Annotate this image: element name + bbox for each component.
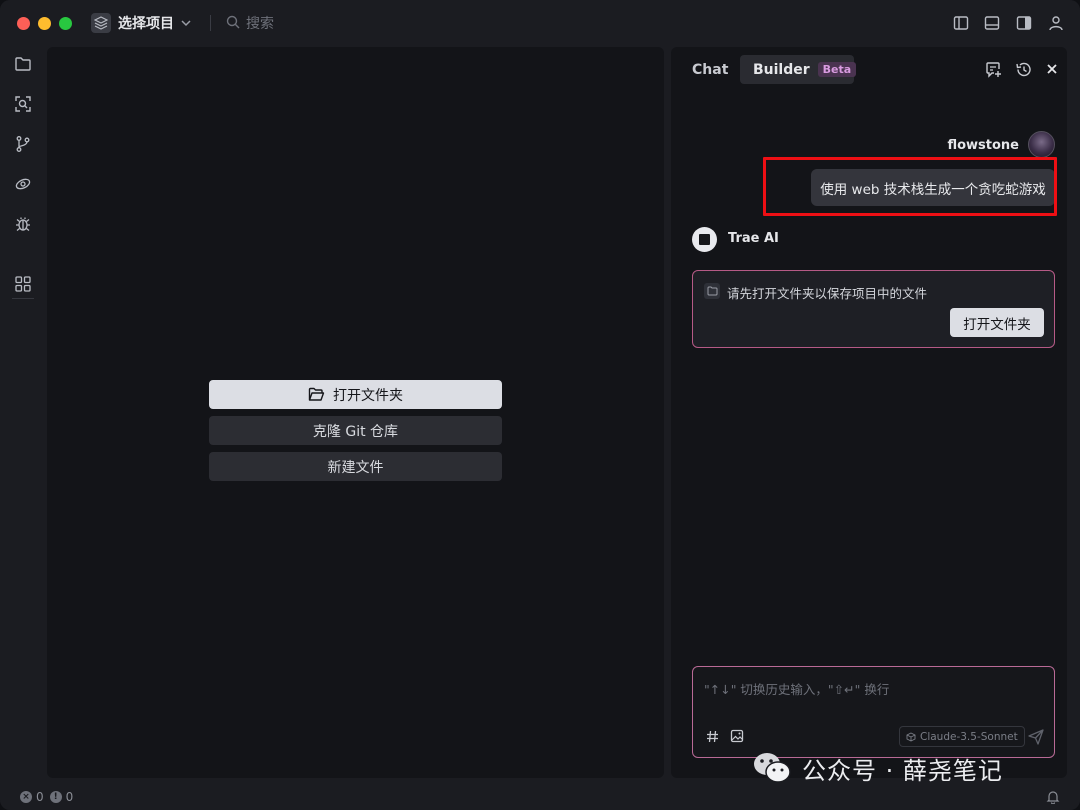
chevron-down-icon [180,14,192,33]
source-control-icon[interactable] [13,134,33,154]
notifications-icon[interactable] [1046,790,1060,804]
open-folder-button[interactable]: 打开文件夹 [209,380,502,409]
open-folder-label: 打开文件夹 [333,387,403,404]
ai-name: Trae AI [728,231,779,246]
chat-input[interactable]: "↑↓" 切换历史输入，"⇧↵" 换行 Claude-3.5-Sonnet [692,666,1055,758]
tab-chat[interactable]: Chat [692,62,728,78]
model-selector[interactable]: Claude-3.5-Sonnet [899,726,1025,747]
toggle-sidebar-icon[interactable] [952,14,970,32]
folder-icon [704,283,720,299]
toggle-aux-bar-icon[interactable] [1015,14,1033,32]
chat-input-placeholder: "↑↓" 切换历史输入，"⇧↵" 换行 [704,682,890,697]
project-selector[interactable]: 选择项目 [91,12,192,34]
editor-welcome: 打开文件夹 克隆 Git 仓库 新建文件 [47,47,664,778]
close-window-button[interactable] [17,17,30,30]
clone-git-button[interactable]: 克隆 Git 仓库 [209,416,502,445]
activity-bar [0,46,46,784]
clone-git-label: 克隆 Git 仓库 [312,423,399,440]
layers-icon [91,13,111,33]
ai-avatar-icon [692,227,717,252]
tab-builder-label: Builder [753,61,810,78]
history-icon[interactable] [1014,60,1032,78]
warning-count-value: 0 [65,790,74,804]
status-bar: × 0 ! 0 [0,785,1080,810]
app-window: 选择项目 搜索 打开文件夹 克隆 Git 仓库 新建文件 Chat Builde… [0,0,1080,810]
project-label: 选择项目 [118,16,174,32]
folder-open-icon [308,387,325,402]
new-file-label: 新建文件 [327,459,384,476]
hash-icon[interactable] [704,728,720,744]
notice-open-folder-button[interactable]: 打开文件夹 [950,308,1044,337]
warning-icon: ! [49,791,62,803]
search-placeholder: 搜索 [246,16,274,32]
account-icon[interactable] [1047,14,1065,32]
minimize-window-button[interactable] [38,17,51,30]
open-folder-notice: 请先打开文件夹以保存项目中的文件 打开文件夹 [692,270,1055,348]
divider [12,298,34,299]
notice-text: 请先打开文件夹以保存项目中的文件 [727,286,928,301]
error-count-value: 0 [36,790,44,804]
new-chat-icon[interactable] [984,60,1002,78]
remote-icon[interactable] [13,174,33,194]
tab-builder[interactable]: Builder Beta [740,55,857,84]
toggle-panel-icon[interactable] [983,14,1001,32]
debug-icon[interactable] [13,214,33,234]
explorer-icon[interactable] [13,54,33,74]
wechat-icon [752,751,792,785]
extensions-icon[interactable] [13,274,33,294]
user-avatar [1028,131,1055,158]
user-name: flowstone [947,138,1019,153]
search-icon [226,14,240,33]
close-icon[interactable] [1043,60,1061,78]
watermark-text: 公众号 · 薛尧笔记 [802,756,1003,785]
watermark: 公众号 · 薛尧笔记 [752,748,1003,788]
highlight-box [763,157,1057,216]
error-icon: × [20,791,32,803]
beta-badge: Beta [817,62,857,77]
divider [210,15,211,31]
error-count[interactable]: × 0 ! 0 [20,790,73,804]
chat-panel: Chat Builder Beta flowstone 使用 web 技术栈生成… [671,47,1067,778]
title-bar: 选择项目 搜索 [0,0,1080,46]
send-icon[interactable] [1026,727,1046,747]
new-file-button[interactable]: 新建文件 [209,452,502,481]
search-code-icon[interactable] [13,94,33,114]
model-label: Claude-3.5-Sonnet [920,730,1018,743]
search-box[interactable]: 搜索 [226,13,274,33]
maximize-window-button[interactable] [59,17,72,30]
cube-icon [906,727,916,746]
image-icon[interactable] [729,728,745,744]
